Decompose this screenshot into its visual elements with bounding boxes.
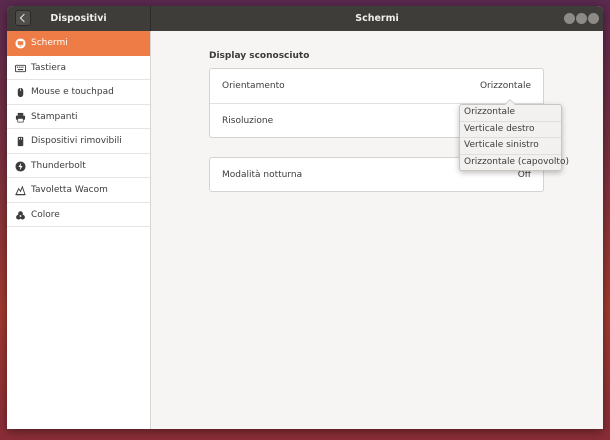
sidebar-item-label: Colore xyxy=(31,209,60,220)
sidebar-item-tavoletta-wacom[interactable]: Tavoletta Wacom xyxy=(7,178,150,203)
titlebar: Dispositivi Schermi xyxy=(7,6,603,31)
sidebar-item-label: Thunderbolt xyxy=(31,160,86,171)
orientation-option[interactable]: Verticale sinistro xyxy=(460,137,561,154)
orientation-option[interactable]: Verticale destro xyxy=(460,120,561,138)
orientation-label: Orientamento xyxy=(222,81,285,91)
sidebar-item-stampanti[interactable]: Stampanti xyxy=(7,105,150,129)
keyboard-icon xyxy=(15,64,26,72)
sidebar-item-mouse-touchpad[interactable]: Mouse e touchpad xyxy=(7,80,150,105)
orientation-option[interactable]: Orizzontale xyxy=(460,105,561,121)
sidebar-item-tastiera[interactable]: Tastiera xyxy=(7,56,150,80)
orientation-row[interactable]: Orientamento Orizzontale xyxy=(210,69,543,103)
sidebar-item-colore[interactable]: Colore xyxy=(7,203,150,227)
night-mode-label: Modalità notturna xyxy=(222,170,303,180)
sidebar-title: Dispositivi xyxy=(50,13,107,24)
resolution-label: Risoluzione xyxy=(222,116,274,126)
orientation-value[interactable]: Orizzontale xyxy=(480,69,531,103)
tablet-icon xyxy=(15,185,26,196)
minimize-button[interactable] xyxy=(564,13,575,24)
sidebar-item-schermi[interactable]: Schermi xyxy=(7,31,150,56)
thunderbolt-icon xyxy=(15,160,26,172)
close-button[interactable] xyxy=(588,13,599,24)
sidebar-item-thunderbolt[interactable]: Thunderbolt xyxy=(7,154,150,178)
page-title: Schermi xyxy=(355,13,399,24)
sidebar-item-label: Tavoletta Wacom xyxy=(31,185,108,195)
removable-media-icon xyxy=(17,136,24,147)
color-icon xyxy=(16,210,25,220)
sidebar-item-label: Stampanti xyxy=(31,111,78,122)
main-content: Display sconosciuto Orientamento Orizzon… xyxy=(151,31,603,429)
sidebar: Schermi Tastiera Mouse e touchpad Stampa… xyxy=(7,31,151,429)
sidebar-item-label: Schermi xyxy=(31,38,68,48)
sidebar-item-label: Dispositivi rimovibili xyxy=(31,136,122,146)
sidebar-item-label: Mouse e touchpad xyxy=(31,87,114,97)
printer-icon xyxy=(15,112,26,122)
display-icon xyxy=(15,38,26,49)
sidebar-item-label: Tastiera xyxy=(31,62,66,73)
maximize-button[interactable] xyxy=(576,13,587,24)
mouse-icon xyxy=(17,87,24,98)
orientation-option[interactable]: Orizzontale (capovolto) xyxy=(460,153,569,171)
settings-window: Dispositivi Schermi Schermi Tastiera Mou… xyxy=(7,6,603,429)
orientation-popover: Orizzontale Verticale destro Verticale s… xyxy=(459,99,569,171)
sidebar-item-dispositivi-rimovibili[interactable]: Dispositivi rimovibili xyxy=(7,129,150,154)
section-title: Display sconosciuto xyxy=(209,51,310,61)
